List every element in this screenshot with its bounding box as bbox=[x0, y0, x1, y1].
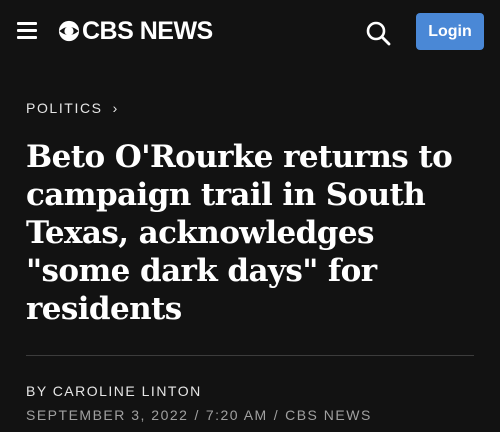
section-link-politics[interactable]: POLITICS › bbox=[26, 100, 119, 116]
byline-prefix: BY bbox=[26, 383, 48, 399]
login-button[interactable]: Login bbox=[416, 13, 484, 50]
article-headline: Beto O'Rourke returns to campaign trail … bbox=[26, 139, 453, 327]
dateline-separator: / bbox=[194, 407, 200, 423]
cbs-news-logo[interactable]: CBS NEWS bbox=[58, 17, 213, 45]
author-link[interactable]: CAROLINE LINTON bbox=[53, 383, 202, 399]
publish-date: SEPTEMBER 3, 2022 bbox=[26, 407, 189, 423]
divider bbox=[26, 355, 474, 356]
publish-time: 7:20 AM bbox=[205, 407, 268, 423]
top-navigation-bar: CBS NEWS Login bbox=[0, 0, 500, 62]
cbs-eye-icon bbox=[58, 20, 80, 42]
section-label: POLITICS bbox=[26, 100, 103, 116]
hamburger-menu-icon[interactable] bbox=[17, 22, 37, 40]
search-icon[interactable] bbox=[365, 20, 391, 46]
dateline-separator: / bbox=[273, 407, 280, 423]
chevron-right-icon: › bbox=[112, 100, 119, 116]
byline: BY CAROLINE LINTON bbox=[26, 383, 202, 399]
source-label: CBS NEWS bbox=[285, 407, 372, 423]
logo-text: CBS NEWS bbox=[82, 17, 213, 45]
dateline: SEPTEMBER 3, 2022 / 7:20 AM / CBS NEWS bbox=[26, 407, 372, 423]
